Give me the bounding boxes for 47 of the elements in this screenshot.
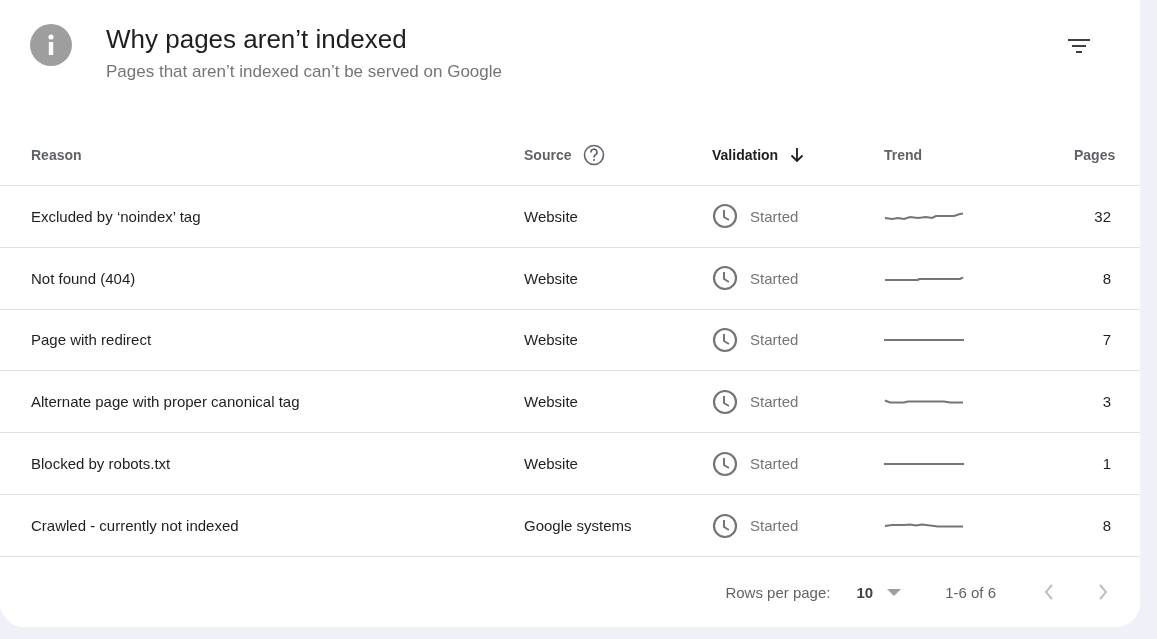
source-cell-text: Website <box>524 393 579 411</box>
source-cell-text: Website <box>524 455 579 473</box>
pages-count: 8 <box>1101 269 1111 287</box>
validation-status: Started <box>750 393 799 411</box>
page-range: 1-6 of 6 <box>945 583 996 601</box>
clock-icon <box>712 203 738 230</box>
clock-icon <box>712 326 738 353</box>
validation-status: Started <box>750 207 799 225</box>
reason-cell-text: Blocked by robots.txt <box>31 455 172 473</box>
clock-icon <box>712 388 738 415</box>
section-subtitle: Pages that aren’t indexed can’t be served on Google <box>106 62 503 82</box>
reason-cell-text: Alternate page with proper canonical tag <box>31 393 301 411</box>
source-cell-text: Website <box>524 331 579 349</box>
source-cell-text: Google systems <box>524 517 633 535</box>
reason-cell-text: Not found (404) <box>31 269 137 287</box>
validation-status: Started <box>750 269 799 287</box>
validation-status: Started <box>750 455 799 473</box>
help-icon[interactable] <box>583 144 606 167</box>
dropdown-caret-icon <box>887 588 902 596</box>
rows-per-page-select[interactable]: 10 <box>852 579 906 605</box>
info-icon <box>30 24 72 66</box>
column-header[interactable]: Reason <box>31 147 82 164</box>
validation-status: Started <box>750 331 799 349</box>
clock-icon <box>712 512 738 539</box>
column-header[interactable]: Trend <box>884 147 923 164</box>
clock-icon <box>712 265 738 292</box>
reason-cell-text: Excluded by ‘noindex’ tag <box>31 207 202 225</box>
pages-count: 1 <box>1101 455 1111 473</box>
filter-icon <box>1068 38 1090 54</box>
pages-count: 8 <box>1101 517 1111 535</box>
pages-count: 7 <box>1101 331 1111 349</box>
column-header[interactable]: Source <box>524 147 572 164</box>
pages-count: 32 <box>1093 207 1111 225</box>
column-header[interactable]: Validation <box>712 147 779 164</box>
reason-cell-text: Page with redirect <box>31 331 153 349</box>
source-cell-text: Website <box>524 269 579 287</box>
clock-icon <box>712 450 738 477</box>
chevron-right-icon <box>1098 584 1108 600</box>
chevron-left-icon <box>1044 584 1054 600</box>
column-header[interactable]: Pages <box>1074 147 1116 164</box>
section-title: Why pages aren’t indexed <box>106 24 408 54</box>
rows-per-page-label: Rows per page: <box>725 583 831 601</box>
sort-down-arrow-icon[interactable] <box>790 147 805 164</box>
source-cell-text: Website <box>524 207 579 225</box>
validation-status: Started <box>750 517 799 535</box>
pages-count: 3 <box>1101 393 1111 411</box>
reason-cell-text: Crawled - currently not indexed <box>31 517 240 535</box>
